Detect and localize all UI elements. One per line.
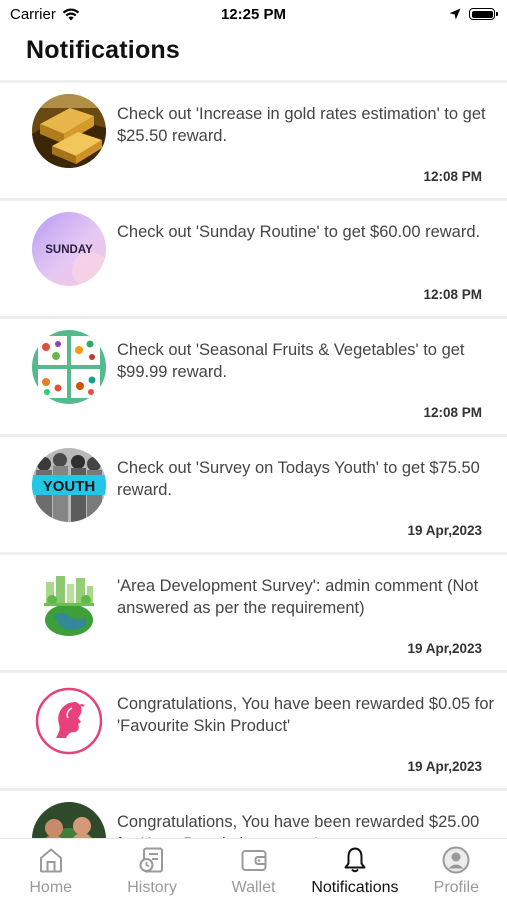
notification-list[interactable]: Check out 'Increase in gold rates estima… (0, 80, 507, 838)
notification-item[interactable]: Congratulations, You have been rewarded … (0, 791, 507, 838)
carrier-label: Carrier (10, 5, 56, 23)
sunday-image-text: SUNDAY (45, 244, 93, 256)
notification-time: 19 Apr,2023 (407, 523, 482, 538)
notification-time: 12:08 PM (423, 287, 482, 302)
notification-item[interactable]: Check out 'Seasonal Fruits & Vegetables'… (0, 319, 507, 434)
notification-item[interactable]: SUNDAY Check out 'Sunday Routine' to get… (0, 201, 507, 316)
notification-time: 19 Apr,2023 (407, 759, 482, 774)
battery-icon (469, 8, 498, 20)
tab-notifications[interactable]: Notifications (304, 839, 405, 901)
notification-message: Congratulations, You have been rewarded … (117, 695, 495, 735)
notification-item[interactable]: Check out 'Increase in gold rates estima… (0, 80, 507, 198)
notification-time: 12:08 PM (423, 405, 482, 420)
notification-message: Check out 'Seasonal Fruits & Vegetables'… (117, 341, 465, 381)
tab-profile[interactable]: Profile (406, 839, 507, 901)
skin-product-logo (32, 684, 106, 758)
gold-bars-image (32, 94, 106, 168)
notification-item[interactable]: 'Area Development Survey': admin comment… (0, 555, 507, 670)
history-icon (139, 847, 164, 873)
notification-message: Congratulations, You have been rewarded … (117, 813, 480, 838)
notification-message: 'Area Development Survey': admin comment… (117, 577, 479, 617)
status-left: Carrier (10, 6, 80, 23)
page-title: Notifications (26, 36, 180, 64)
bell-icon (344, 847, 366, 873)
notification-time: 19 Apr,2023 (407, 641, 482, 656)
notification-message: Check out 'Increase in gold rates estima… (117, 105, 486, 145)
tab-profile-label: Profile (433, 879, 479, 896)
notification-item[interactable]: YOUTH Check out 'Survey on Todays Youth'… (0, 437, 507, 552)
green-earth-image (32, 566, 106, 640)
wifi-icon (62, 8, 80, 20)
wallet-icon (241, 850, 267, 871)
tab-history[interactable]: History (101, 839, 202, 901)
tab-bar: Home History Wallet Notifications Profil… (0, 838, 507, 901)
tab-history-label: History (127, 879, 177, 896)
tab-notifications-label: Notifications (311, 879, 399, 896)
profile-icon (442, 846, 470, 874)
notification-time: 12:08 PM (423, 169, 482, 184)
notification-message: Check out 'Sunday Routine' to get $60.00… (117, 223, 481, 241)
youth-image: YOUTH (32, 448, 106, 522)
notification-message: Check out 'Survey on Todays Youth' to ge… (117, 459, 480, 499)
population-image (32, 802, 106, 838)
notification-item[interactable]: Congratulations, You have been rewarded … (0, 673, 507, 788)
status-bar: Carrier 12:25 PM (0, 0, 507, 28)
home-icon (39, 848, 62, 873)
sunday-image: SUNDAY (32, 212, 106, 286)
youth-image-text: YOUTH (43, 478, 96, 495)
location-arrow-icon (449, 8, 461, 20)
tab-wallet-label: Wallet (231, 879, 276, 896)
tab-home[interactable]: Home (0, 839, 101, 901)
tab-home-label: Home (29, 879, 73, 896)
fruits-vegetables-image (32, 330, 106, 404)
tab-wallet[interactable]: Wallet (203, 839, 304, 901)
status-right (449, 8, 498, 20)
